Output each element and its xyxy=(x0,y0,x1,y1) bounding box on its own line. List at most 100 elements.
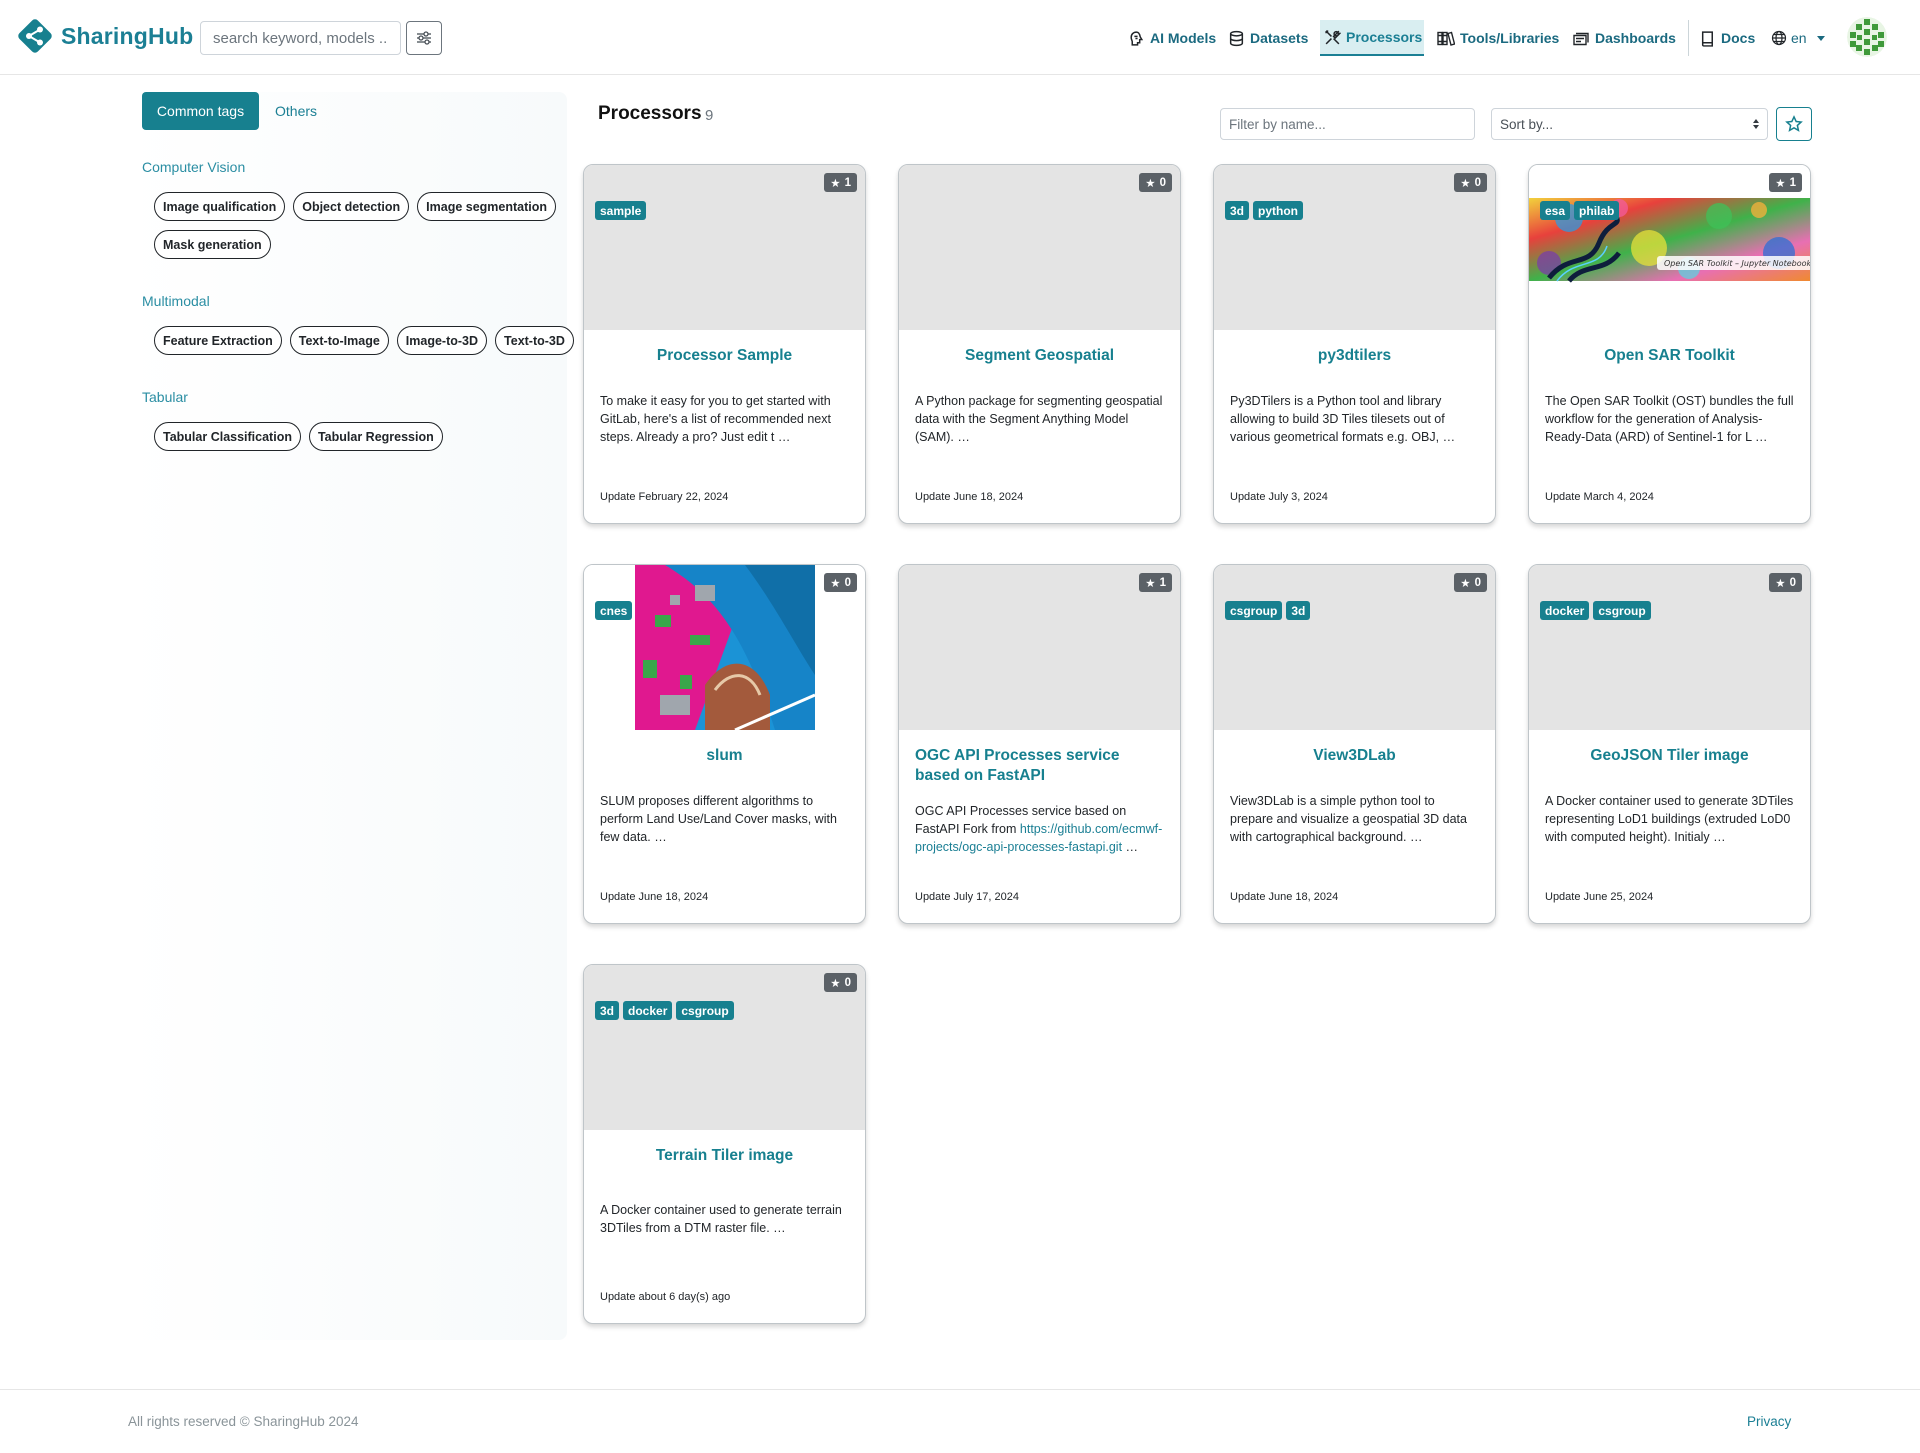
card-tag[interactable]: 3d xyxy=(1286,601,1311,620)
nav-divider xyxy=(1688,20,1689,56)
nav-tools-libraries[interactable]: Tools/Libraries xyxy=(1433,20,1563,56)
tag-chip[interactable]: Tabular Regression xyxy=(308,422,443,451)
card-description: A Python package for segmenting geospati… xyxy=(915,394,1163,444)
tag-chip[interactable]: Image segmentation xyxy=(417,192,557,221)
card-tag[interactable]: csgroup xyxy=(1593,601,1651,620)
tag-chip[interactable]: Text-to-Image xyxy=(289,326,389,355)
card-description: A Docker container used to generate terr… xyxy=(600,1203,842,1235)
nav-ai-models[interactable]: AI Models xyxy=(1124,20,1220,56)
nav-dashboards[interactable]: Dashboards xyxy=(1568,20,1680,56)
books-icon xyxy=(1437,31,1455,46)
star-count-badge: ★ 0 xyxy=(824,573,857,592)
card-title[interactable]: GeoJSON Tiler image xyxy=(1545,746,1794,766)
card-update-date: Update July 3, 2024 xyxy=(1230,491,1328,503)
star-icon: ★ xyxy=(1460,577,1471,590)
brand-logo-link[interactable]: SharingHub xyxy=(15,16,193,56)
processor-card[interactable]: Open SAR Toolkit – Jupyter Notebook Tut … xyxy=(1528,164,1811,524)
tools-icon xyxy=(1325,29,1341,44)
processor-card[interactable]: ★ 1 OGC API Processes service based on Fa… xyxy=(898,564,1181,924)
card-tags: cnes xyxy=(595,601,633,620)
card-tag[interactable]: cnes xyxy=(595,601,633,620)
nav-docs-label: Docs xyxy=(1721,30,1756,46)
user-avatar[interactable] xyxy=(1847,17,1887,57)
sliders-icon xyxy=(417,31,431,45)
card-update-date: Update about 6 day(s) ago xyxy=(600,1291,731,1303)
card-tag[interactable]: sample xyxy=(595,201,647,220)
card-title[interactable]: Segment Geospatial xyxy=(915,346,1164,366)
nav-datasets[interactable]: Datasets xyxy=(1224,20,1312,56)
thumbnail-caption: Open SAR Toolkit – Jupyter Notebook Tut xyxy=(1664,259,1810,268)
card-title[interactable]: Processor Sample xyxy=(600,346,849,366)
star-count: 1 xyxy=(1789,176,1796,189)
sort-select-label: Sort by... xyxy=(1500,116,1554,132)
card-tag[interactable]: python xyxy=(1253,201,1304,220)
card-update-date: Update June 25, 2024 xyxy=(1545,891,1654,903)
card-update-date: Update June 18, 2024 xyxy=(1230,891,1339,903)
star-outline-icon xyxy=(1785,115,1803,132)
language-selector[interactable]: en xyxy=(1771,20,1825,56)
processor-card[interactable]: ★ 0 cnes slum SLUM proposes different alg… xyxy=(583,564,866,924)
card-tag[interactable]: docker xyxy=(623,1001,673,1020)
nav-datasets-label: Datasets xyxy=(1250,30,1309,46)
sort-select[interactable]: Sort by... xyxy=(1491,108,1768,140)
brand-name: SharingHub xyxy=(61,22,194,49)
card-title[interactable]: Terrain Tiler image xyxy=(600,1146,849,1166)
tag-sidebar xyxy=(127,92,567,1340)
tag-row: Mask generation xyxy=(154,230,271,259)
card-description: Py3DTilers is a Python tool and library … xyxy=(1230,394,1456,444)
card-tags: 3d python xyxy=(1225,201,1304,220)
processor-card[interactable]: ★ 0 csgroup 3d View3DLab View3DLab is a s… xyxy=(1213,564,1496,924)
card-title[interactable]: py3dtilers xyxy=(1230,346,1479,366)
card-title[interactable]: View3DLab xyxy=(1230,746,1479,766)
card-tag[interactable]: docker xyxy=(1540,601,1590,620)
card-tags: csgroup 3d xyxy=(1225,601,1311,620)
star-count-badge: ★ 1 xyxy=(1769,173,1802,192)
card-description: SLUM proposes different algorithms to pe… xyxy=(600,794,837,844)
card-tag[interactable]: csgroup xyxy=(1225,601,1283,620)
processor-card[interactable]: ★ 0 3d docker csgroup Terrain Tiler image… xyxy=(583,964,866,1324)
card-update-date: Update July 17, 2024 xyxy=(915,891,1019,903)
search-filter-button[interactable] xyxy=(406,21,442,55)
tag-chip[interactable]: Tabular Classification xyxy=(154,422,301,451)
card-thumbnail xyxy=(1214,565,1495,730)
star-count: 1 xyxy=(1159,576,1166,589)
chevron-down-icon xyxy=(1816,35,1825,41)
card-update-date: Update February 22, 2024 xyxy=(600,491,729,503)
card-title[interactable]: Open SAR Toolkit xyxy=(1545,346,1794,366)
star-icon: ★ xyxy=(1775,577,1786,590)
privacy-link[interactable]: Privacy xyxy=(1747,1414,1791,1429)
processor-card[interactable]: ★ 0 3d python py3dtilers Py3DTilers is a … xyxy=(1213,164,1496,524)
search-input[interactable] xyxy=(200,21,401,55)
card-title[interactable]: OGC API Processes service based on FastA… xyxy=(915,746,1164,786)
card-tag[interactable]: csgroup xyxy=(676,1001,734,1020)
tag-chip[interactable]: Mask generation xyxy=(154,230,271,259)
card-tag[interactable]: esa xyxy=(1540,201,1571,220)
filter-by-name-input[interactable] xyxy=(1220,108,1475,140)
card-tag[interactable]: 3d xyxy=(1225,201,1250,220)
star-count-badge: ★ 0 xyxy=(1454,573,1487,592)
processor-card[interactable]: ★ 1 sample Processor Sample To make it ea… xyxy=(583,164,866,524)
star-count-badge: ★ 0 xyxy=(824,973,857,992)
tag-chip[interactable]: Text-to-3D xyxy=(495,326,574,355)
nav-docs[interactable]: Docs xyxy=(1696,20,1759,56)
tag-chip[interactable]: Feature Extraction xyxy=(154,326,282,355)
card-title[interactable]: slum xyxy=(600,746,849,766)
tag-chip[interactable]: Object detection xyxy=(293,192,410,221)
card-update-date: Update June 18, 2024 xyxy=(915,491,1024,503)
card-tag[interactable]: 3d xyxy=(595,1001,620,1020)
processor-card[interactable]: ★ 0 docker csgroup GeoJSON Tiler image A … xyxy=(1528,564,1811,924)
tab-common-tags[interactable]: Common tags xyxy=(142,92,259,130)
tab-others[interactable]: Others xyxy=(270,92,322,130)
card-tag[interactable]: philab xyxy=(1574,201,1620,220)
card-thumbnail: Open SAR Toolkit – Jupyter Notebook Tut xyxy=(1529,165,1810,330)
star-count-badge: ★ 0 xyxy=(1454,173,1487,192)
card-thumbnail xyxy=(899,565,1180,730)
card-tags: 3d docker csgroup xyxy=(595,1001,734,1020)
book-icon xyxy=(1701,30,1713,47)
footer-copyright: All rights reserved © SharingHub 2024 xyxy=(128,1414,359,1429)
tag-chip[interactable]: Image qualification xyxy=(154,192,286,221)
processor-card[interactable]: ★ 0 Segment Geospatial A Python package f… xyxy=(898,164,1181,524)
favorites-toggle-button[interactable] xyxy=(1776,107,1812,141)
nav-processors[interactable]: Processors xyxy=(1320,20,1424,56)
tag-chip[interactable]: Image-to-3D xyxy=(396,326,488,355)
